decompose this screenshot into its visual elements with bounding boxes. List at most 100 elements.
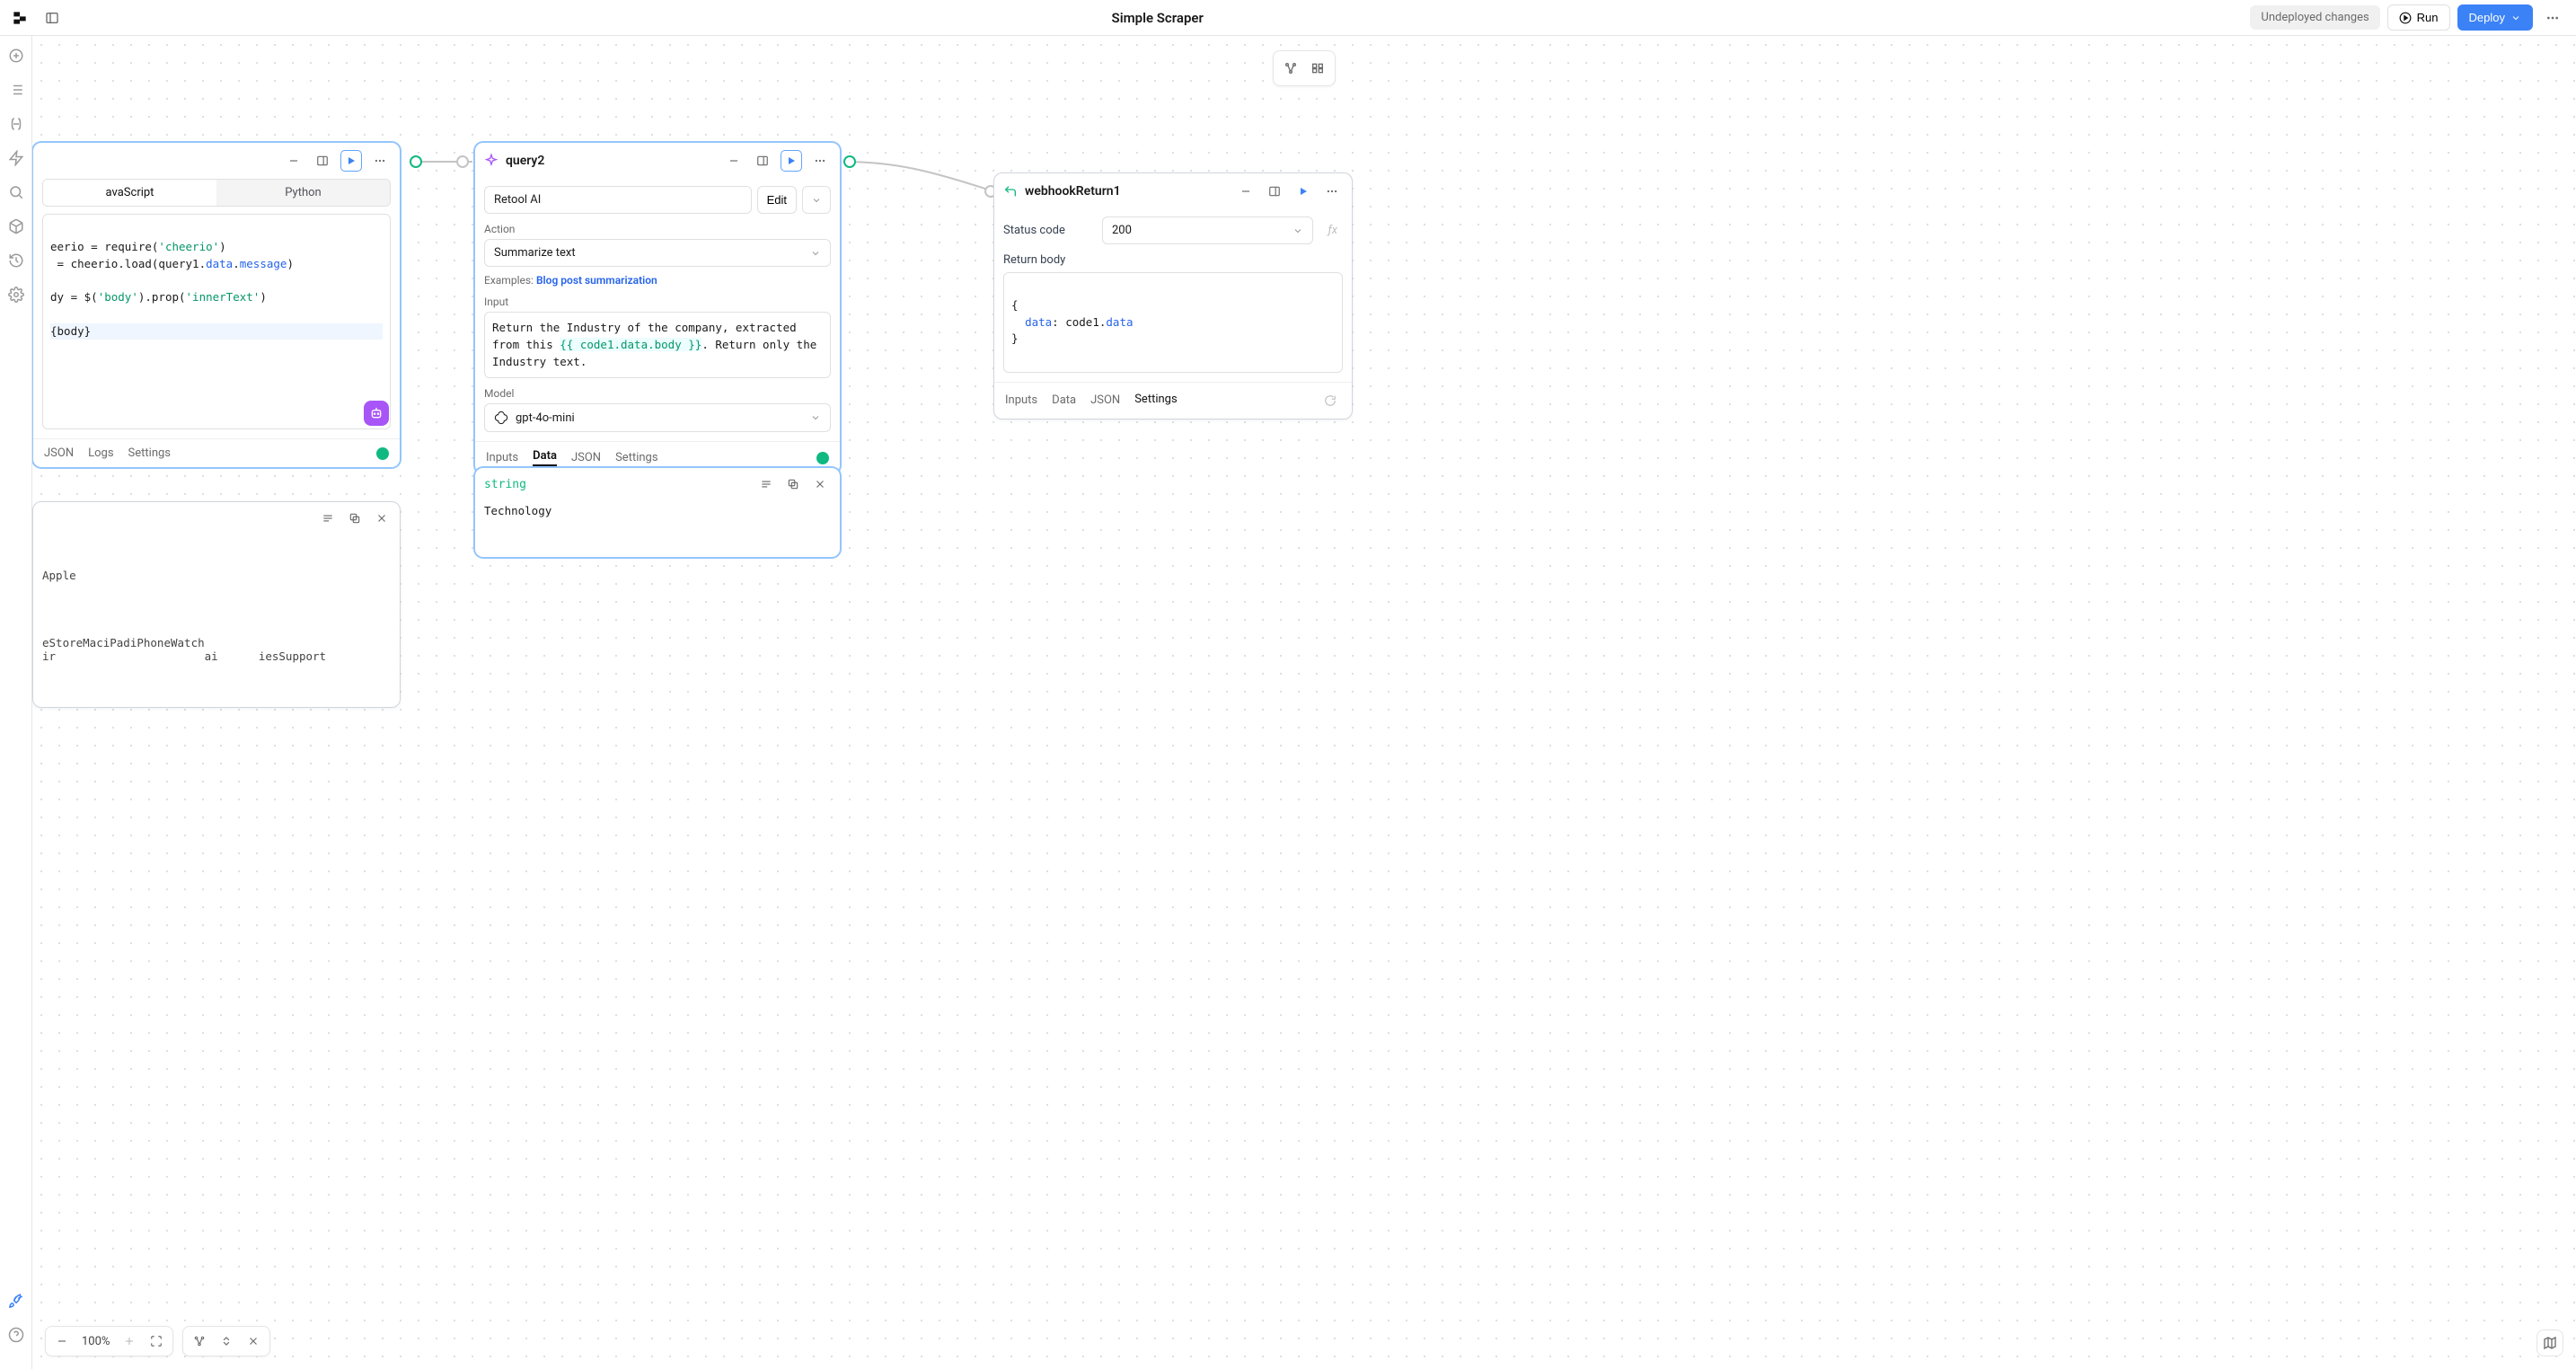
webhook-title: webhookReturn1 [1025,184,1121,199]
sort-icon[interactable] [216,1330,237,1352]
wrap-icon[interactable] [317,508,339,529]
sparkle-icon [484,154,498,168]
more-icon[interactable] [1321,181,1343,202]
gear-icon[interactable] [7,286,25,304]
list-icon[interactable] [7,81,25,99]
language-tabs: avaScript Python [42,179,391,207]
tab-inputs[interactable]: Inputs [486,451,518,464]
minimap-toggle[interactable] [2536,1329,2563,1356]
port-in-query2[interactable] [456,155,469,168]
tab-settings[interactable]: Settings [128,446,171,460]
history-icon[interactable] [7,252,25,269]
port-out-code1[interactable] [410,155,422,168]
status-code-label: Status code [1003,224,1093,237]
tab-logs[interactable]: Logs [88,446,113,460]
canvas-view-toolbar [1273,50,1336,86]
play-icon[interactable] [1292,181,1314,202]
play-icon[interactable] [781,150,802,172]
tab-settings[interactable]: Settings [615,451,657,464]
expand-icon[interactable] [752,150,773,172]
tab-inputs[interactable]: Inputs [1005,393,1037,407]
example-link[interactable]: Blog post summarization [536,274,657,287]
webhook-node[interactable]: webhookReturn1 Status code 200 ƒx [993,172,1353,420]
wrap-icon[interactable] [755,473,777,495]
deploy-button-label: Deploy [2469,11,2505,24]
data-type-label: string [484,478,526,491]
query2-node[interactable]: query2 Retool AI Edit [474,142,841,474]
close-icon[interactable] [371,508,393,529]
function-icon[interactable] [7,115,25,133]
workflow-canvas[interactable]: avaScript Python eerio = require('cheeri… [32,36,2576,1369]
code-editor[interactable]: eerio = require('cheerio') = cheerio.loa… [42,214,391,429]
minimize-icon[interactable] [283,150,304,172]
layout-icon[interactable] [189,1330,210,1352]
undeployed-changes-badge[interactable]: Undeployed changes [2250,5,2379,30]
page-title: Simple Scraper [65,10,2250,26]
fit-icon[interactable] [146,1330,167,1352]
tab-json[interactable]: JSON [571,451,601,464]
zoom-controls: 100% [45,1326,270,1356]
copy-icon[interactable] [344,508,366,529]
fx-toggle[interactable]: ƒx [1322,224,1343,237]
run-button-label: Run [2417,11,2439,24]
status-success-icon [376,447,389,460]
bolt-icon[interactable] [7,149,25,167]
action-select[interactable]: Summarize text [484,239,831,267]
package-icon[interactable] [7,217,25,235]
zoom-in-icon[interactable] [119,1330,140,1352]
list-view-icon[interactable] [1306,57,1329,80]
retool-logo[interactable] [11,9,29,27]
tab-data[interactable]: Data [533,449,557,466]
data-value: Technology [475,500,840,530]
model-select[interactable]: gpt-4o-mini [484,403,831,432]
tab-json[interactable]: JSON [44,446,74,460]
code-footer-tabs: JSON Logs Settings [33,438,400,467]
zoom-out-icon[interactable] [51,1330,73,1352]
tab-python[interactable]: Python [216,180,390,206]
tab-json[interactable]: JSON [1090,393,1120,407]
refresh-icon[interactable] [1319,390,1341,411]
copy-icon[interactable] [782,473,804,495]
close-panel-icon[interactable] [243,1330,264,1352]
return-body-editor[interactable]: { data: code1.data } [1003,272,1343,373]
tab-settings[interactable]: Settings [1134,393,1177,408]
left-sidebar [0,36,32,1369]
return-icon [1003,184,1018,199]
edit-button[interactable]: Edit [757,186,797,214]
minimize-icon[interactable] [723,150,745,172]
action-label: Action [484,223,831,235]
play-icon[interactable] [340,150,362,172]
more-icon[interactable] [369,150,391,172]
deploy-button[interactable]: Deploy [2457,4,2533,31]
port-out-query2[interactable] [843,155,856,168]
openai-icon [494,411,508,425]
input-editor[interactable]: Return the Industry of the company, extr… [484,312,831,378]
rocket-icon[interactable] [7,1292,25,1310]
panel-toggle-icon[interactable] [40,5,65,31]
zoom-value: 100% [78,1335,113,1348]
expand-icon[interactable] [312,150,333,172]
webhook-footer-tabs: Inputs Data JSON Settings [994,382,1352,419]
close-icon[interactable] [809,473,831,495]
minimize-icon[interactable] [1235,181,1257,202]
ai-assist-button[interactable] [364,401,389,426]
help-icon[interactable] [7,1326,25,1344]
expand-icon[interactable] [1264,181,1285,202]
query2-data-panel: string Technology [474,467,841,558]
status-code-select[interactable]: 200 [1102,216,1313,244]
run-button[interactable]: Run [2387,4,2450,31]
query2-title: query2 [506,154,544,168]
graph-view-icon[interactable] [1279,57,1302,80]
topbar: Simple Scraper Undeployed changes Run De… [0,0,2576,36]
more-menu-icon[interactable] [2540,5,2565,31]
resource-select[interactable]: Retool AI [484,186,752,214]
resource-dropdown-icon[interactable] [802,186,831,214]
add-icon[interactable] [7,47,25,65]
more-icon[interactable] [809,150,831,172]
tab-data[interactable]: Data [1052,393,1076,407]
code-node[interactable]: avaScript Python eerio = require('cheeri… [32,142,401,468]
search-icon[interactable] [7,183,25,201]
examples-label: Examples: [484,274,534,287]
tab-javascript[interactable]: avaScript [43,180,216,206]
status-success-icon [816,452,829,464]
